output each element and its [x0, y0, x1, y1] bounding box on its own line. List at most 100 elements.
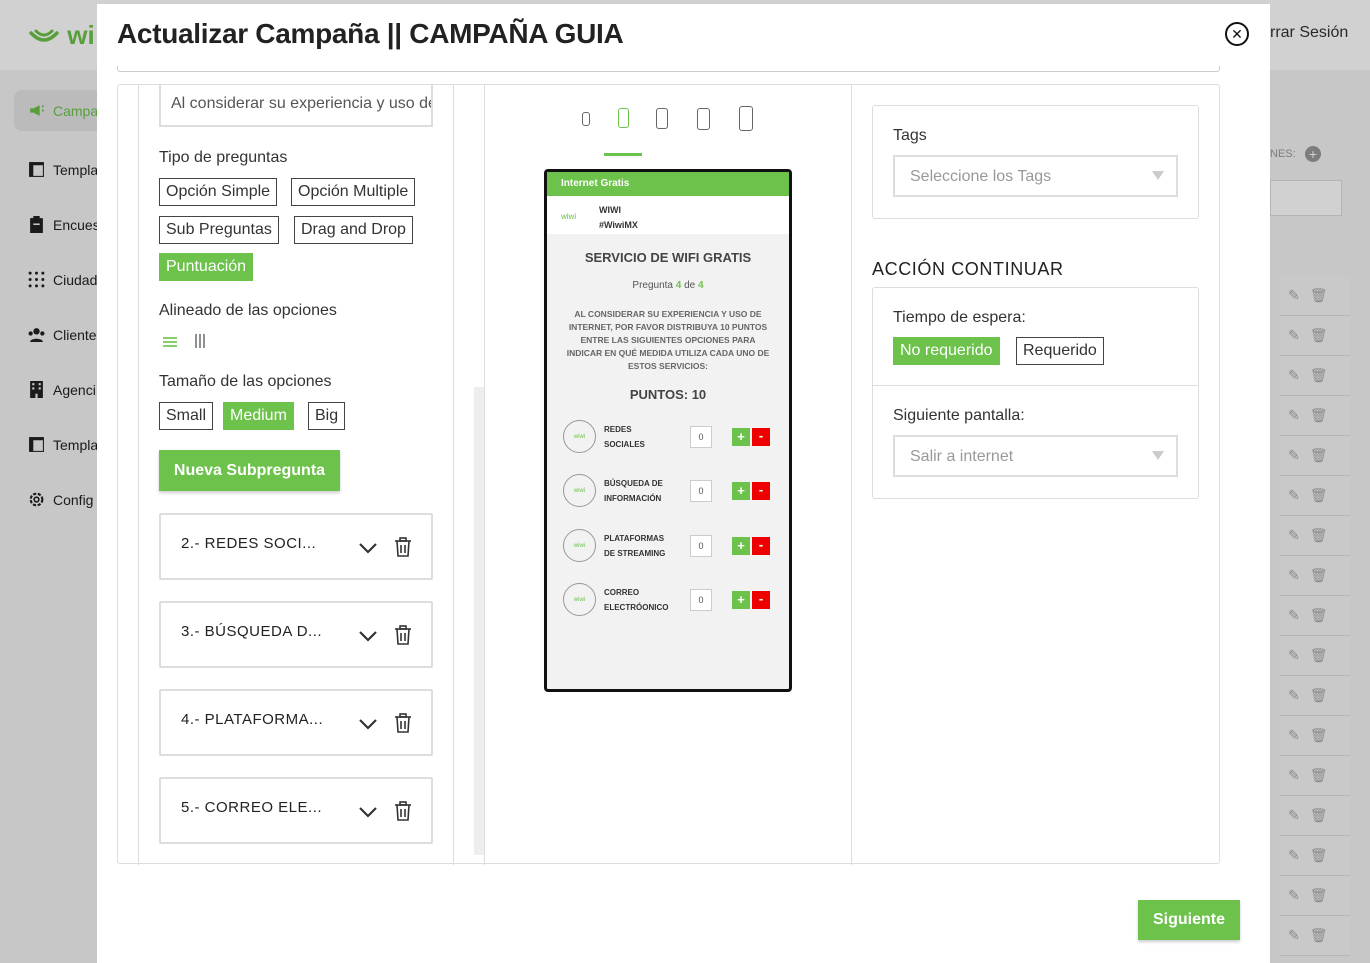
align-columns-icon[interactable] — [194, 333, 206, 349]
modal-title: Actualizar Campaña || CAMPAÑA GUIA — [117, 18, 624, 49]
preview-points: PUNTOS: 10 — [547, 387, 789, 402]
increment-button[interactable]: + — [732, 428, 750, 446]
option-value[interactable]: 0 — [690, 589, 712, 611]
preview-question-counter: Pregunta 4 de 4 — [547, 280, 789, 291]
option-value[interactable]: 0 — [690, 426, 712, 448]
section-title: ACCIÓN CONTINUAR — [872, 259, 1064, 279]
counter-total: 4 — [698, 280, 704, 291]
subquestion-item[interactable]: 3.- BÚSQUEDA D... — [159, 601, 433, 668]
next-screen-value: Salir a internet — [910, 448, 1014, 465]
size-label: Tamaño de las opciones — [159, 373, 332, 390]
device-phone-small-icon[interactable] — [618, 108, 629, 128]
next-button[interactable]: Siguiente — [1138, 900, 1240, 940]
close-icon[interactable]: ✕ — [1225, 22, 1249, 46]
divider — [117, 66, 1220, 72]
preview-brand: wiwi WIWI #WiwiMX — [547, 196, 789, 234]
subquestion-label: 4.- PLATAFORMA... — [181, 711, 324, 728]
align-rows-icon[interactable] — [162, 336, 178, 348]
option-name: BÚSQUEDA DE INFORMACIÓN — [604, 479, 663, 503]
settings-panel: Tags Seleccione los Tags ACCIÓN CONTINUA… — [852, 85, 1221, 865]
option-logo-icon: wiwi — [563, 529, 596, 562]
trash-icon[interactable] — [394, 625, 412, 645]
dropdown-arrow-icon — [1152, 171, 1164, 180]
decrement-button[interactable]: - — [752, 428, 770, 446]
type-option-multiple[interactable]: Opción Multiple — [291, 178, 416, 206]
next-screen-select[interactable]: Salir a internet — [893, 435, 1178, 477]
option-logo-icon: wiwi — [563, 420, 596, 453]
subquestion-label: 5.- CORREO ELE... — [181, 799, 323, 816]
subquestion-item[interactable]: 4.- PLATAFORMA... — [159, 689, 433, 756]
scrollbar[interactable] — [474, 387, 484, 855]
device-watch-icon[interactable] — [582, 112, 590, 126]
counter-current: 4 — [675, 280, 682, 291]
next-screen-label: Siguiente pantalla: — [893, 407, 1025, 424]
points-value: 10 — [691, 387, 707, 402]
campaign-modal: Actualizar Campaña || CAMPAÑA GUIA ✕ Al … — [97, 4, 1270, 963]
editor-panel: Al considerar su experiencia y uso de in… — [117, 84, 1221, 865]
tags-placeholder: Seleccione los Tags — [910, 168, 1052, 185]
size-medium[interactable]: Medium — [223, 402, 294, 430]
continue-action-card: Tiempo de espera: No requerido Requerido… — [872, 287, 1199, 499]
trash-icon[interactable] — [394, 713, 412, 733]
option-value[interactable]: 0 — [690, 480, 712, 502]
type-option-simple[interactable]: Opción Simple — [159, 178, 278, 206]
decrement-button[interactable]: - — [752, 482, 770, 500]
increment-button[interactable]: + — [732, 482, 750, 500]
option-name: REDES SOCIALES — [604, 425, 645, 449]
decrement-button[interactable]: - — [752, 591, 770, 609]
option-value[interactable]: 0 — [690, 535, 712, 557]
subquestion-item[interactable]: 2.- REDES SOCI... — [159, 513, 433, 580]
wait-not-required[interactable]: No requerido — [893, 337, 1000, 365]
preview-topbar: Internet Gratis — [547, 172, 789, 196]
new-subquestion-button[interactable]: Nueva Subpregunta — [159, 450, 340, 491]
brand-tag: #WiwiMX — [599, 220, 638, 230]
type-scoring[interactable]: Puntuación — [159, 253, 254, 281]
alignment-label: Alineado de las opciones — [159, 302, 337, 319]
brand-logo: wiwi — [561, 212, 577, 221]
device-phone-large-icon[interactable] — [697, 108, 710, 130]
divider — [873, 385, 1198, 386]
trash-icon[interactable] — [394, 801, 412, 821]
chevron-down-icon[interactable] — [357, 625, 379, 647]
preview-option: wiwi CORREO ELECTRÓONICO 0 + - — [563, 583, 778, 617]
trash-icon[interactable] — [394, 537, 412, 557]
preview-panel: Internet Gratis wiwi WIWI #WiwiMX SERVIC… — [484, 85, 852, 865]
preview-option: wiwi BÚSQUEDA DE INFORMACIÓN 0 + - — [563, 474, 778, 508]
subquestion-label: 2.- REDES SOCI... — [181, 535, 317, 552]
size-small[interactable]: Small — [159, 402, 214, 430]
type-drag-drop[interactable]: Drag and Drop — [294, 216, 413, 244]
option-name: PLATAFORMAS DE STREAMING — [604, 534, 666, 558]
device-selected-indicator — [604, 153, 642, 156]
type-sub-questions[interactable]: Sub Preguntas — [159, 216, 279, 244]
preview-option: wiwi PLATAFORMAS DE STREAMING 0 + - — [563, 529, 778, 563]
chevron-down-icon[interactable] — [357, 801, 379, 823]
dropdown-arrow-icon — [1152, 451, 1164, 460]
question-editor: Al considerar su experiencia y uso de in… — [138, 85, 454, 865]
device-tablet-icon[interactable] — [739, 106, 753, 131]
chevron-down-icon[interactable] — [357, 537, 379, 559]
phone-preview: Internet Gratis wiwi WIWI #WiwiMX SERVIC… — [544, 169, 792, 692]
counter-prefix: Pregunta — [632, 280, 673, 291]
increment-button[interactable]: + — [732, 537, 750, 555]
preview-title: SERVICIO DE WIFI GRATIS — [584, 250, 752, 265]
increment-button[interactable]: + — [732, 591, 750, 609]
tags-select[interactable]: Seleccione los Tags — [893, 155, 1178, 197]
device-phone-icon[interactable] — [656, 108, 668, 129]
subquestion-item[interactable]: 5.- CORREO ELE... — [159, 777, 433, 844]
size-big[interactable]: Big — [308, 402, 346, 430]
question-text-input[interactable]: Al considerar su experiencia y uso de in… — [159, 85, 433, 127]
subquestion-label: 3.- BÚSQUEDA D... — [181, 623, 323, 640]
tags-label: Tags — [893, 127, 927, 144]
brand-name: WIWI — [599, 205, 621, 215]
option-logo-icon: wiwi — [563, 583, 596, 616]
option-logo-icon: wiwi — [563, 474, 596, 507]
preview-option: wiwi REDES SOCIALES 0 + - — [563, 420, 778, 454]
wait-required[interactable]: Requerido — [1016, 337, 1104, 365]
question-types-label: Tipo de preguntas — [159, 149, 288, 166]
decrement-button[interactable]: - — [752, 537, 770, 555]
chevron-down-icon[interactable] — [357, 713, 379, 735]
counter-of: de — [684, 280, 696, 291]
preview-description: AL CONSIDERAR SU EXPERIENCIA Y USO DE IN… — [566, 309, 770, 371]
option-name: CORREO ELECTRÓONICO — [604, 588, 669, 612]
tags-card: Tags Seleccione los Tags — [872, 105, 1199, 219]
